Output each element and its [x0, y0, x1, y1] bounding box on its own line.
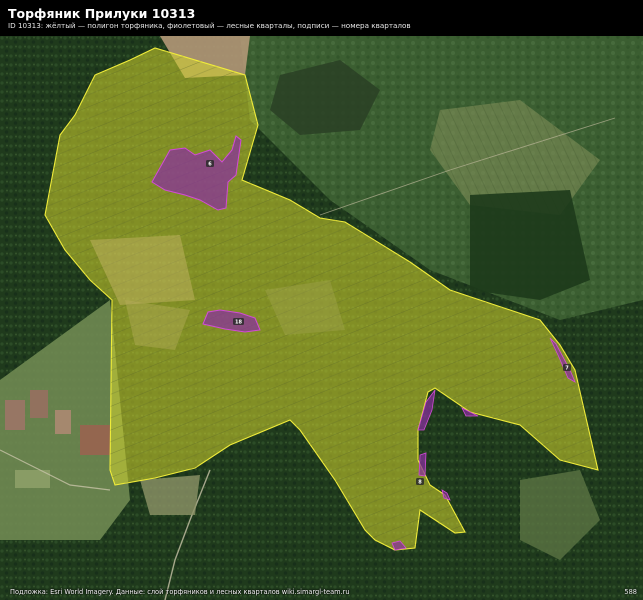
quarter-label-6-text: 6: [208, 162, 212, 168]
basemap-village-lot-2: [30, 390, 48, 418]
quarter-label-8-text: 8: [418, 480, 422, 486]
map-subtitle: ID 10313: жёлтый — полигон торфяника, фи…: [8, 21, 411, 30]
quarter-label-7-text: 7: [565, 366, 569, 372]
map-corner-note: 588: [624, 588, 637, 596]
basemap-forest-east: [470, 190, 590, 300]
map-title: Торфяник Прилуки 10313: [8, 6, 196, 21]
basemap-village-lot-3: [55, 410, 71, 434]
quarter-label-7: 7: [563, 364, 571, 372]
forest-quarter-8-south[interactable]: [418, 452, 427, 477]
map-view[interactable]: 6 18 7 8 Торфяник Прилуки 10313 ID 10313…: [0, 0, 643, 600]
map-attribution: Подложка: Esri World Imagery. Данные: сл…: [10, 588, 350, 596]
quarter-label-6: 6: [206, 160, 214, 168]
map-header: Торфяник Прилуки 10313 ID 10313: жёлтый …: [0, 0, 643, 36]
quarter-label-18-text: 18: [235, 320, 242, 326]
basemap-clearing-south: [140, 475, 200, 515]
map-canvas[interactable]: 6 18 7 8: [0, 0, 643, 600]
quarter-label-18: 18: [233, 318, 244, 326]
basemap-village-lot-1: [5, 400, 25, 430]
basemap-village-lot-4: [80, 425, 110, 455]
quarter-label-8: 8: [416, 478, 424, 486]
